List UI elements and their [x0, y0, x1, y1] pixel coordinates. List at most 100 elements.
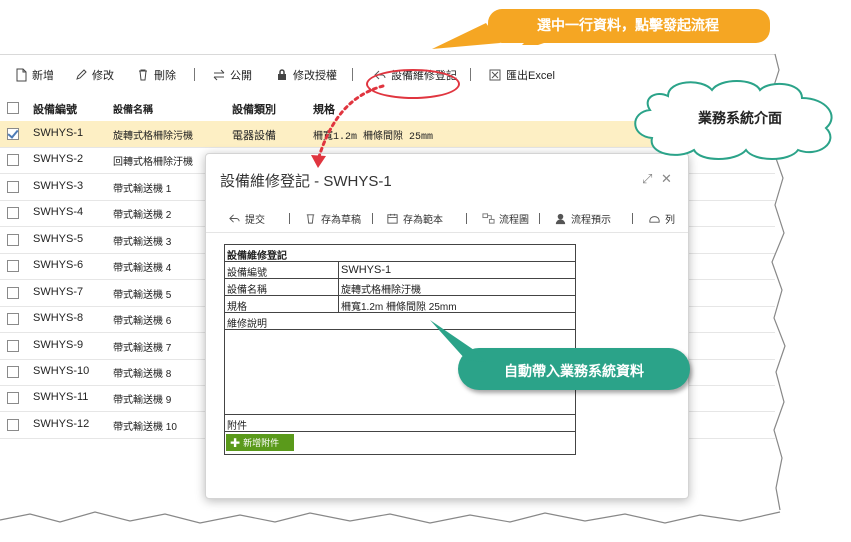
edit-auth-label: 修改授權: [293, 70, 337, 82]
row-name: 帶式輸送機 5: [113, 290, 172, 301]
row-id: SWHYS-10: [33, 365, 90, 377]
flowchart-button[interactable]: 流程圖: [482, 211, 529, 226]
attach-label: 附件: [227, 421, 247, 432]
toolbar-divider: [194, 68, 195, 81]
row-id: SWHYS-11: [33, 391, 89, 403]
excel-icon: [489, 69, 501, 81]
toolbar-divider: [466, 213, 467, 224]
form-row-name: 設備名稱 旋轉式格柵除汙機: [225, 279, 575, 296]
dialog-title: 設備維修登記 - SWHYS-1: [220, 173, 392, 190]
new-document-icon: [16, 68, 27, 82]
row-id: SWHYS-6: [33, 259, 84, 271]
row-checkbox[interactable]: [7, 260, 19, 272]
save-draft-button[interactable]: 存為草稿: [304, 211, 361, 226]
row-checkbox[interactable]: [7, 419, 19, 431]
row-checkbox[interactable]: [7, 392, 19, 404]
edit-label: 修改: [92, 70, 114, 82]
public-button[interactable]: 公開: [212, 67, 252, 83]
row-name: 帶式輸送機 1: [113, 184, 172, 195]
flow-preview-label: 流程預示: [571, 215, 611, 226]
row-checkbox[interactable]: [7, 207, 19, 219]
add-attachment-label: 新增附件: [243, 438, 280, 448]
close-icon[interactable]: ✕: [661, 171, 672, 187]
public-label: 公開: [230, 70, 252, 82]
row-name: 回轉式格柵除汙機: [113, 157, 193, 168]
form-title: 設備維修登記: [227, 251, 287, 262]
row-id: SWHYS-12: [33, 418, 90, 430]
lock-icon: [278, 69, 286, 80]
delete-button[interactable]: 刪除: [136, 67, 176, 83]
toolbar-divider: [470, 68, 471, 81]
flow-preview-button[interactable]: 流程預示: [554, 211, 611, 226]
row-id: SWHYS-4: [33, 206, 84, 218]
row-name: 帶式輸送機 6: [113, 316, 172, 327]
callout-cloud-text: 業務系統介面: [698, 110, 782, 126]
callout-auto-text: 自動帶入業務系統資料: [504, 363, 644, 379]
user-icon: [555, 213, 566, 225]
save-template-label: 存為範本: [403, 215, 443, 226]
dialog-toolbar: 提交 存為草稿 存為範本 流程圖 流程預示 列: [206, 206, 688, 233]
toolbar-divider: [539, 213, 540, 224]
row-checkbox[interactable]: [7, 366, 19, 378]
row-checkbox[interactable]: [7, 287, 19, 299]
row-name: 帶式輸送機 3: [113, 237, 172, 248]
edit-button[interactable]: 修改: [74, 67, 114, 83]
edit-auth-button[interactable]: 修改授權: [275, 67, 337, 83]
submit-button[interactable]: 提交: [228, 211, 265, 226]
id-field[interactable]: SWHYS-1: [341, 264, 391, 276]
header-type[interactable]: 設備類別: [232, 101, 276, 117]
id-label: 設備編號: [227, 268, 267, 279]
toolbar-divider: [352, 68, 353, 81]
header-name[interactable]: 設備名稱: [113, 101, 153, 116]
row-name: 帶式輸送機 8: [113, 369, 172, 380]
header-id[interactable]: 設備編號: [33, 101, 77, 117]
plus-icon: ✚: [230, 435, 241, 450]
toolbar-divider: [632, 213, 633, 224]
form-row-add-attach: ✚ 新增附件: [225, 432, 575, 454]
row-id: SWHYS-5: [33, 233, 84, 245]
row-type: 電器設備: [232, 130, 276, 142]
cell-divider: [338, 262, 339, 278]
row-id: SWHYS-9: [33, 339, 84, 351]
row-checkbox[interactable]: [7, 313, 19, 325]
calendar-icon: [387, 213, 398, 224]
callout-top-text: 選中一行資料，點擊發起流程: [537, 17, 719, 33]
new-button[interactable]: 新增: [14, 67, 54, 83]
row-id: SWHYS-3: [33, 180, 84, 192]
row-name: 帶式輸送機 10: [113, 422, 177, 433]
row-id: SWHYS-8: [33, 312, 84, 324]
export-excel-label: 匯出Excel: [506, 70, 555, 82]
row-id: SWHYS-7: [33, 286, 84, 298]
save-template-button[interactable]: 存為範本: [386, 211, 443, 226]
row-name: 帶式輸送機 2: [113, 210, 172, 221]
reply-arrow-icon: [229, 214, 240, 223]
submit-label: 提交: [245, 215, 265, 226]
header-spec[interactable]: 規格: [313, 101, 335, 117]
add-attachment-button[interactable]: ✚ 新增附件: [226, 434, 294, 451]
row-checkbox[interactable]: [7, 234, 19, 246]
more-button[interactable]: 列: [648, 211, 675, 226]
spec-field[interactable]: 柵寬1.2m 柵條間隙 25mm: [341, 298, 457, 313]
trash-icon: [139, 69, 147, 81]
row-checkbox[interactable]: [7, 154, 19, 166]
row-id: SWHYS-1: [33, 127, 84, 139]
row-spec: 柵寬1.2m 柵條間隙 25mm: [313, 132, 434, 143]
form-title-row: 設備維修登記: [225, 245, 575, 262]
select-all-checkbox[interactable]: [7, 102, 19, 114]
pencil-icon: [76, 69, 87, 80]
row-name: 帶式輸送機 7: [113, 343, 172, 354]
swap-arrows-icon: [213, 69, 225, 81]
cell-divider: [338, 296, 339, 312]
row-checkbox[interactable]: [7, 340, 19, 352]
maximize-icon[interactable]: ⤢: [642, 171, 652, 187]
form-row-attach: 附件: [225, 415, 575, 432]
export-excel-button[interactable]: 匯出Excel: [488, 67, 555, 83]
name-field[interactable]: 旋轉式格柵除汙機: [341, 281, 421, 296]
row-checkbox[interactable]: [7, 128, 19, 140]
cell-divider: [338, 279, 339, 295]
spec-label: 規格: [227, 302, 247, 313]
row-name: 帶式輸送機 4: [113, 263, 172, 274]
name-label: 設備名稱: [227, 285, 267, 296]
row-checkbox[interactable]: [7, 181, 19, 193]
delete-label: 刪除: [154, 70, 176, 82]
